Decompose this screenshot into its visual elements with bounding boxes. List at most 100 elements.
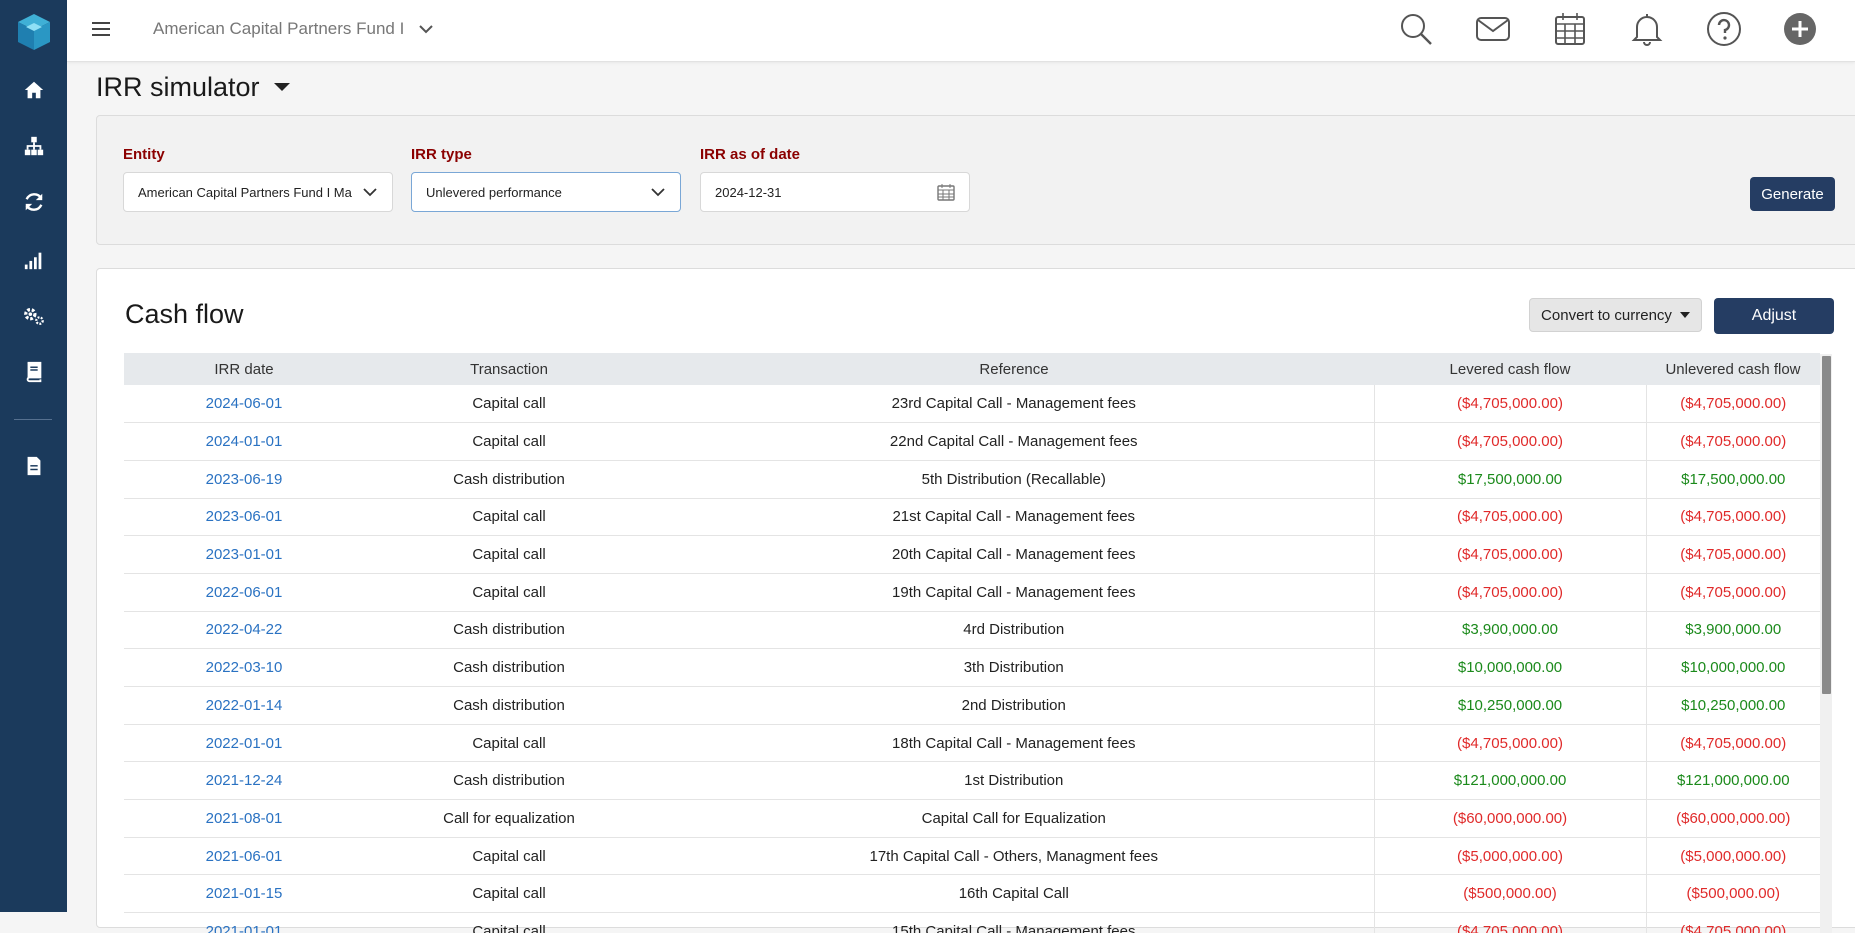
- cell-levered-cash-flow: $3,900,000.00: [1462, 621, 1558, 639]
- cell-irr-date[interactable]: 2022-04-22: [206, 621, 283, 638]
- cell-reference: 23rd Capital Call - Management fees: [891, 395, 1136, 413]
- table-row: 2024-06-01 Capital call 23rd Capital Call …: [124, 385, 1820, 424]
- add-button[interactable]: [1780, 9, 1820, 49]
- search-button[interactable]: [1396, 9, 1436, 49]
- entity-select[interactable]: American Capital Partners Fund I Ma: [123, 172, 393, 212]
- cell-irr-date-td: 2021-12-24: [124, 761, 364, 801]
- generate-button[interactable]: Generate: [1750, 177, 1835, 211]
- cell-irr-date[interactable]: 2022-01-01: [206, 735, 283, 752]
- plus-icon: [1784, 13, 1816, 45]
- sidebar-item-home[interactable]: [0, 70, 67, 110]
- cell-transaction: Capital call: [472, 433, 546, 451]
- gears-icon: [23, 307, 44, 325]
- fund-selector[interactable]: American Capital Partners Fund I: [153, 14, 434, 44]
- hierarchy-icon: [24, 136, 43, 156]
- table-scrollbar-thumb[interactable]: [1822, 356, 1831, 694]
- cell-irr-date[interactable]: 2021-06-01: [206, 848, 283, 865]
- table-header-row: IRR date Transaction Reference Levered c…: [124, 353, 1820, 385]
- cell-irr-date[interactable]: 2024-01-01: [206, 433, 283, 450]
- cell-irr-date-td: 2023-01-01: [124, 535, 364, 574]
- cell-irr-date[interactable]: 2023-06-19: [206, 471, 283, 488]
- sidebar-item-sync[interactable]: [0, 182, 67, 222]
- column-header-unlevered[interactable]: Unlevered cash flow: [1646, 353, 1820, 385]
- help-button[interactable]: [1704, 9, 1744, 49]
- calendar-icon[interactable]: [937, 183, 955, 201]
- cell-irr-date-td: 2022-04-22: [124, 611, 364, 650]
- cell-transaction: Capital call: [472, 885, 546, 903]
- cell-reference-td: 3th Distribution: [654, 648, 1374, 687]
- convert-currency-button[interactable]: Convert to currency: [1529, 298, 1702, 332]
- entity-label: Entity: [123, 146, 165, 163]
- cell-transaction: Capital call: [472, 734, 546, 752]
- cash-flow-card: Cash flow Convert to currency Adjust IRR…: [96, 268, 1855, 933]
- cell-transaction: Cash distribution: [453, 470, 565, 488]
- cell-irr-date[interactable]: 2021-12-24: [206, 772, 283, 789]
- cell-reference: 20th Capital Call - Management fees: [892, 546, 1136, 564]
- menu-icon[interactable]: [89, 17, 113, 41]
- cell-transaction-td: Capital call: [364, 724, 654, 763]
- table-row: 2023-06-01 Capital call 21st Capital Call …: [124, 498, 1820, 537]
- cell-unlevered-cash-flow-td: $17,500,000.00: [1646, 460, 1820, 499]
- cell-irr-date[interactable]: 2022-01-14: [206, 697, 283, 714]
- cell-transaction: Capital call: [472, 546, 546, 564]
- cell-irr-date[interactable]: 2021-01-15: [206, 885, 283, 902]
- cell-transaction: Capital call: [472, 922, 546, 933]
- cell-irr-date-td: 2021-06-01: [124, 837, 364, 876]
- sidebar-item-settings[interactable]: [0, 296, 67, 336]
- cash-flow-title: Cash flow: [125, 299, 244, 329]
- adjust-button[interactable]: Adjust: [1714, 298, 1834, 334]
- cell-reference: 18th Capital Call - Management fees: [892, 734, 1136, 752]
- cell-transaction: Cash distribution: [453, 621, 565, 639]
- cell-levered-cash-flow: ($60,000,000.00): [1452, 809, 1568, 827]
- column-header-reference[interactable]: Reference: [654, 353, 1374, 385]
- cell-levered-cash-flow-td: ($4,705,000.00): [1373, 498, 1647, 537]
- cell-irr-date[interactable]: 2021-08-01: [206, 810, 283, 827]
- table-row: 2023-01-01 Capital call 20th Capital Call …: [124, 535, 1820, 574]
- cell-irr-date[interactable]: 2022-06-01: [206, 584, 283, 601]
- notifications-button[interactable]: [1627, 9, 1667, 49]
- irr-date-value: 2024-12-31: [715, 184, 782, 200]
- column-header-levered[interactable]: Levered cash flow: [1374, 353, 1646, 385]
- cell-irr-date[interactable]: 2022-03-10: [206, 659, 283, 676]
- filter-panel: Entity American Capital Partners Fund I …: [96, 115, 1855, 245]
- irr-type-select[interactable]: Unlevered performance: [411, 172, 681, 212]
- sidebar-item-documents[interactable]: [0, 446, 67, 486]
- cell-transaction-td: Capital call: [364, 498, 654, 537]
- cell-unlevered-cash-flow-td: ($4,705,000.00): [1646, 498, 1820, 537]
- cell-irr-date[interactable]: 2023-06-01: [206, 508, 283, 525]
- irr-date-input[interactable]: 2024-12-31: [700, 172, 970, 212]
- calendar-button[interactable]: [1550, 9, 1590, 49]
- irr-type-label: IRR type: [411, 146, 472, 163]
- cell-transaction: Capital call: [472, 508, 546, 526]
- document-icon: [27, 456, 40, 476]
- cell-levered-cash-flow: $17,500,000.00: [1457, 470, 1563, 488]
- sidebar-item-structure[interactable]: [0, 126, 67, 166]
- cell-transaction-td: Cash distribution: [364, 460, 654, 499]
- cell-unlevered-cash-flow-td: ($60,000,000.00): [1646, 799, 1820, 838]
- cell-irr-date-td: 2024-06-01: [124, 385, 364, 424]
- cell-levered-cash-flow: ($4,705,000.00): [1457, 734, 1563, 752]
- cell-levered-cash-flow-td: ($500,000.00): [1373, 874, 1647, 914]
- chevron-down-icon: [651, 188, 665, 197]
- sidebar-item-library[interactable]: [0, 352, 67, 392]
- mail-button[interactable]: [1473, 9, 1513, 49]
- cell-irr-date[interactable]: 2024-06-01: [206, 395, 283, 412]
- cell-irr-date-td: 2021-08-01: [124, 799, 364, 838]
- cell-reference-td: 5th Distribution (Recallable): [654, 460, 1374, 499]
- cell-levered-cash-flow: ($4,705,000.00): [1457, 583, 1563, 601]
- column-header-transaction[interactable]: Transaction: [364, 353, 654, 385]
- cell-reference-td: 2nd Distribution: [654, 686, 1374, 725]
- cell-irr-date[interactable]: 2021-01-01: [206, 923, 283, 933]
- cell-reference: 19th Capital Call - Management fees: [892, 583, 1136, 601]
- page-title-selector[interactable]: IRR simulator: [96, 70, 290, 104]
- cell-irr-date[interactable]: 2023-01-01: [206, 546, 283, 563]
- cell-levered-cash-flow: ($500,000.00): [1463, 885, 1557, 903]
- logo-icon[interactable]: [12, 10, 56, 54]
- column-header-irr-date[interactable]: IRR date: [124, 353, 364, 385]
- cell-reference: 22nd Capital Call - Management fees: [889, 433, 1138, 451]
- cell-levered-cash-flow-td: ($5,000,000.00): [1373, 837, 1647, 876]
- refresh-icon: [25, 193, 42, 211]
- cell-irr-date-td: 2023-06-01: [124, 498, 364, 537]
- sidebar-item-reports[interactable]: [0, 240, 67, 280]
- cell-levered-cash-flow-td: $10,000,000.00: [1373, 648, 1647, 687]
